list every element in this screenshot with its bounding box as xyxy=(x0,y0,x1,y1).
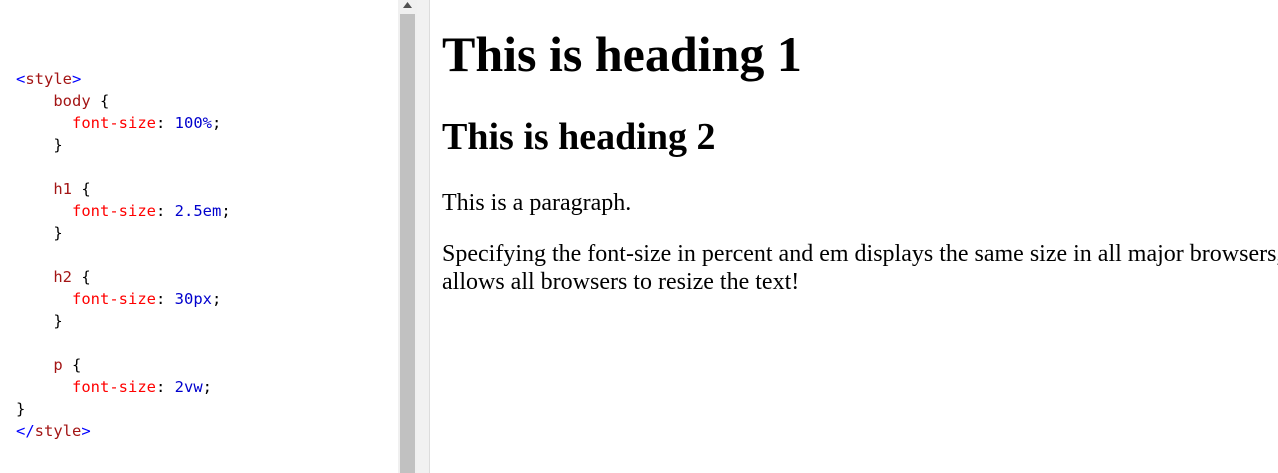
code-token: } xyxy=(53,224,63,242)
result-paragraph-2: Specifying the font-size in percent and … xyxy=(442,241,1278,295)
code-line: } xyxy=(16,134,231,156)
code-line: font-size: 2vw; xyxy=(16,376,231,398)
result-pane: This is heading 1 This is heading 2 This… xyxy=(430,0,1278,473)
code-editor-pane[interactable]: <style> body { font-size: 100%; } h1 { f… xyxy=(0,0,398,473)
code-token: ; xyxy=(212,290,222,308)
code-line: p { xyxy=(16,354,231,376)
code-token: 100% xyxy=(174,114,212,132)
code-line: <style> xyxy=(16,68,231,90)
code-line: font-size: 30px; xyxy=(16,288,231,310)
code-token: </ xyxy=(16,422,35,440)
code-token: : xyxy=(156,290,175,308)
code-token: { xyxy=(72,180,91,198)
scrollbar-thumb[interactable] xyxy=(400,14,415,473)
code-token: } xyxy=(53,312,63,330)
code-line: } xyxy=(16,398,231,420)
code-line: h2 { xyxy=(16,266,231,288)
pane-divider[interactable] xyxy=(417,0,430,473)
code-token: font-size xyxy=(72,378,156,396)
code-token: p xyxy=(53,356,63,374)
code-token: ; xyxy=(202,378,213,396)
result-heading-1: This is heading 1 xyxy=(442,26,802,82)
code-token: font-size xyxy=(72,202,156,220)
code-line: h1 { xyxy=(16,178,231,200)
code-line: body { xyxy=(16,90,231,112)
result-heading-2: This is heading 2 xyxy=(442,116,716,158)
code-token: 2.5em xyxy=(174,202,222,220)
code-line: } xyxy=(16,222,231,244)
code-token: > xyxy=(72,70,82,88)
code-token: { xyxy=(72,268,91,286)
code-token: style xyxy=(25,70,73,88)
code-line: </style> xyxy=(16,420,231,442)
code-token: style xyxy=(34,422,82,440)
code-token: : xyxy=(156,202,175,220)
code-token: : xyxy=(156,378,175,396)
code-token: ; xyxy=(221,202,231,220)
code-token: : xyxy=(156,114,175,132)
code-editor[interactable]: <style> body { font-size: 100%; } h1 { f… xyxy=(16,68,231,442)
code-token: 2vw xyxy=(174,378,203,396)
code-token: } xyxy=(53,136,63,154)
code-token: { xyxy=(62,356,82,374)
code-token: font-size xyxy=(72,114,156,132)
code-line: } xyxy=(16,310,231,332)
code-token: } xyxy=(16,400,26,418)
editor-scrollbar[interactable] xyxy=(398,0,417,473)
code-token: { xyxy=(90,92,110,110)
code-line: font-size: 2.5em; xyxy=(16,200,231,222)
code-token: font-size xyxy=(72,290,156,308)
code-token: h2 xyxy=(53,268,72,286)
result-paragraph-1: This is a paragraph. xyxy=(442,190,632,216)
code-token: 30px xyxy=(174,290,212,308)
code-token: < xyxy=(16,70,26,88)
code-token: ; xyxy=(212,114,222,132)
scroll-up-button[interactable] xyxy=(398,0,417,14)
code-line: font-size: 100%; xyxy=(16,112,231,134)
code-token: h1 xyxy=(53,180,72,198)
code-token: > xyxy=(81,422,91,440)
triangle-up-icon xyxy=(403,2,412,8)
code-token: body xyxy=(53,92,91,110)
